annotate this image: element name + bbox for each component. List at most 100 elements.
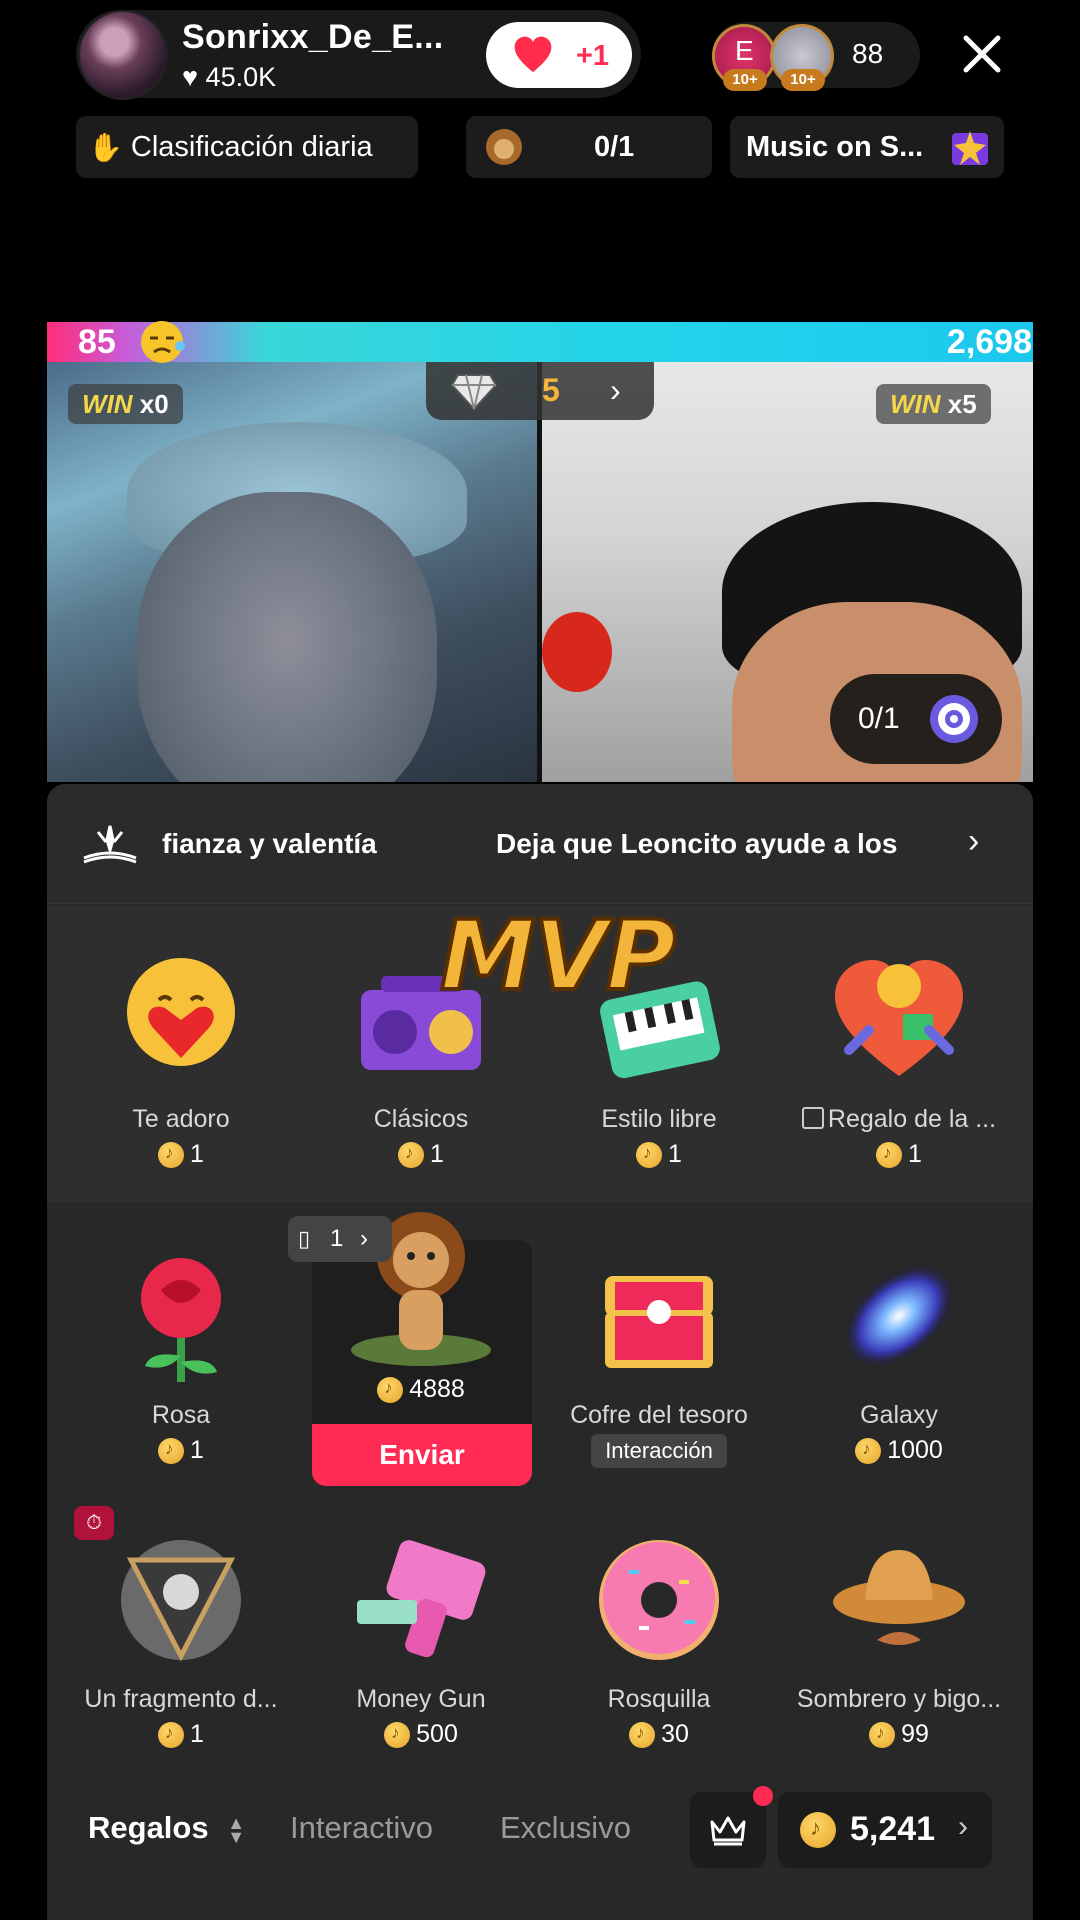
battle-task-pill[interactable]: 0/1 xyxy=(830,674,1002,764)
music-chip[interactable]: Music on S... xyxy=(730,116,1004,178)
right-score: 2,698 xyxy=(946,323,1032,361)
target-icon xyxy=(930,695,978,743)
gift-price-value: 1 xyxy=(908,1140,922,1168)
face-shape xyxy=(137,492,437,782)
gift-price: 1 xyxy=(62,1720,300,1749)
gift-price: 99 xyxy=(780,1720,1018,1749)
gift-regalo-de-la[interactable]: Regalo de la ... 1 xyxy=(780,950,1018,1169)
host-avatar[interactable] xyxy=(78,10,168,100)
money-gun-icon xyxy=(357,1540,486,1658)
win-count: x0 xyxy=(139,389,169,419)
gift-te-adoro[interactable]: Te adoro 1 xyxy=(62,950,300,1169)
coin-icon xyxy=(855,1437,882,1464)
coin-icon xyxy=(158,1721,185,1748)
gift-price: 1 xyxy=(780,1140,1018,1169)
heart-icon xyxy=(514,36,552,73)
coin-icon xyxy=(158,1141,185,1168)
tab-exclusivo[interactable]: Exclusivo xyxy=(500,1810,631,1846)
treasure-chest-icon xyxy=(605,1276,713,1368)
gift-name-text: Regalo de la ... xyxy=(827,1105,997,1133)
music-label: Music on S... xyxy=(746,130,924,163)
vibrate-icon: ▯ xyxy=(298,1226,311,1251)
cowboy-hat-icon xyxy=(833,1550,965,1645)
gift-rosquilla[interactable]: Rosquilla 30 xyxy=(540,1530,778,1749)
gift-price: 30 xyxy=(540,1720,778,1749)
coin-icon xyxy=(384,1721,411,1748)
gift-sombrero[interactable]: Sombrero y bigo... 99 xyxy=(780,1530,1018,1749)
gift-name: Galaxy xyxy=(860,1401,938,1429)
like-button-label: +1 xyxy=(576,40,610,72)
crown-button[interactable] xyxy=(690,1792,766,1868)
coin-balance: 5,241 xyxy=(850,1810,936,1848)
gift-price: 4888 xyxy=(302,1375,540,1404)
crying-face-icon xyxy=(141,321,185,363)
heart-small-icon: ♥ xyxy=(182,62,199,92)
gift-price-value: 4888 xyxy=(409,1375,465,1403)
chevron-right-icon: › xyxy=(360,1225,369,1252)
left-win-streak: WIN x0 xyxy=(68,384,183,424)
gift-price-value: 1 xyxy=(190,1436,204,1464)
gift-price-value: 1 xyxy=(668,1140,682,1168)
daily-ranking-chip[interactable]: ✋ Clasificación diaria xyxy=(76,116,418,178)
gift-galaxy[interactable]: Galaxy 1000 xyxy=(780,1246,1018,1465)
gift-name: Rosa xyxy=(151,1401,211,1429)
tab-label: Regalos xyxy=(88,1810,209,1845)
battle-divider xyxy=(537,362,542,782)
music-gift-icon xyxy=(952,131,988,165)
gift-name: Un fragmento d... xyxy=(84,1685,278,1713)
gift-money-gun[interactable]: Money Gun 500 xyxy=(302,1530,540,1749)
tab-interactivo[interactable]: Interactivo xyxy=(290,1810,433,1846)
fire-hand-icon: ✋ xyxy=(88,131,123,163)
right-win-streak: WIN x5 xyxy=(876,384,991,424)
shield-fragment-icon xyxy=(121,1540,241,1662)
viewer-avatar[interactable]: 10+ xyxy=(770,24,834,91)
tab-regalos[interactable]: Regalos ▲ ▼ xyxy=(88,1810,245,1846)
coin-icon xyxy=(869,1721,896,1748)
lock-icon xyxy=(801,1107,824,1130)
win-label: WIN xyxy=(890,389,941,419)
send-gift-button[interactable]: Enviar xyxy=(312,1424,532,1486)
viewer-count[interactable]: 88 xyxy=(852,38,883,70)
gift-price: 1 xyxy=(302,1140,540,1169)
galaxy-icon xyxy=(843,1264,955,1368)
sparkle-book-icon xyxy=(83,825,137,864)
chevron-right-icon[interactable]: › xyxy=(968,822,979,861)
coin-icon xyxy=(629,1721,656,1748)
win-count: x5 xyxy=(947,389,977,419)
chevron-right-icon: › xyxy=(610,372,621,408)
banner-text-2: Deja que Leoncito ayude a los xyxy=(496,828,898,859)
toy-shape xyxy=(542,612,612,692)
left-score: 85 xyxy=(78,323,116,361)
notification-dot xyxy=(753,1786,773,1806)
gift-cofre-del-tesoro[interactable]: Cofre del tesoro Interacción xyxy=(540,1246,778,1468)
gift-price-value: 1 xyxy=(190,1720,204,1748)
gift-count: 1 xyxy=(330,1225,344,1252)
coin-balance-button[interactable]: 5,241 › xyxy=(778,1792,992,1868)
gift-price-value: 1000 xyxy=(887,1436,943,1464)
like-button[interactable]: +1 xyxy=(486,22,632,88)
left-video-feed[interactable] xyxy=(47,362,537,782)
hug-heart-icon xyxy=(127,958,235,1066)
gift-rosa[interactable]: Rosa 1 xyxy=(62,1246,300,1465)
sort-icon: ▲ ▼ xyxy=(227,1812,246,1847)
host-likes: ♥ 45.0K xyxy=(182,62,276,93)
gift-count-selector[interactable]: ▯ 1 › xyxy=(288,1216,392,1262)
gift-price-value: 99 xyxy=(901,1720,929,1748)
task-chip[interactable]: 0/1 xyxy=(466,116,712,178)
gift-name: Money Gun xyxy=(356,1685,486,1713)
coin-icon xyxy=(876,1141,903,1168)
host-likes-count: 45.0K xyxy=(205,62,277,92)
win-label: WIN xyxy=(82,389,133,419)
battle-rank-pill[interactable]: 5 › xyxy=(426,362,654,420)
close-icon[interactable] xyxy=(958,30,1006,78)
viewer-avatar[interactable]: E 10+ xyxy=(712,24,776,91)
gift-un-fragmento[interactable]: Un fragmento d... 1 xyxy=(62,1530,300,1749)
gift-name: Estilo libre xyxy=(601,1105,717,1133)
donut-icon xyxy=(599,1540,719,1660)
gift-price: 1 xyxy=(62,1140,300,1169)
gift-price-value: 500 xyxy=(416,1720,458,1748)
gift-price: 1000 xyxy=(780,1436,1018,1465)
gift-name: Te adoro xyxy=(132,1105,230,1133)
gift-price: 1 xyxy=(62,1436,300,1465)
gift-price: 500 xyxy=(302,1720,540,1749)
